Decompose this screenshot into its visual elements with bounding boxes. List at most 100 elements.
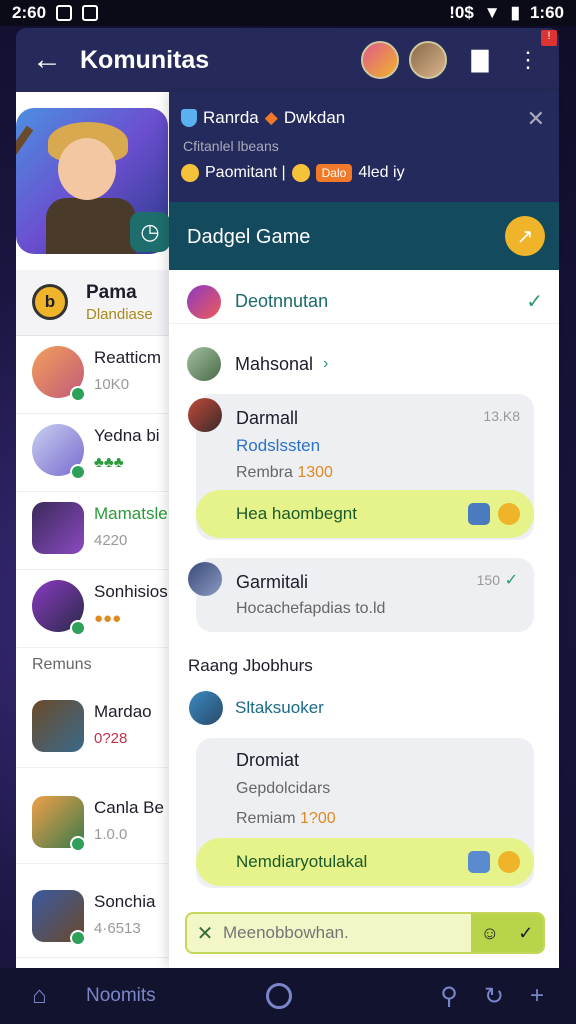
online-icon xyxy=(70,386,86,402)
home-icon[interactable]: ⌂ xyxy=(32,982,86,1010)
avatar xyxy=(188,398,222,432)
emoji-icon[interactable]: ☺ xyxy=(481,923,499,944)
list-item-name: Canla Be xyxy=(94,798,164,817)
list-item-meta: 1.0.0 xyxy=(94,826,128,843)
gem-icon: ◆ xyxy=(264,108,278,127)
check-icon: ✓ xyxy=(504,572,518,589)
circle-icon[interactable] xyxy=(266,983,292,1009)
emoji-icon xyxy=(498,851,520,873)
status-time: 2:60 xyxy=(12,3,47,22)
message-link[interactable]: Rodslssten xyxy=(236,436,320,456)
emoji-icon xyxy=(291,164,310,182)
section-title: Raang Jbobhurs xyxy=(188,656,313,675)
list-item[interactable]: Canla Be 1.0.0 xyxy=(16,786,168,864)
game-info-header: Ranrda ◆ Dwkdan Cfitanlel lbeans Paomita… xyxy=(169,92,559,202)
chevron-right-icon: › xyxy=(323,355,329,372)
avatar[interactable] xyxy=(409,41,447,79)
list-item[interactable]: Mahsonal › xyxy=(169,344,559,384)
thumbnail xyxy=(32,502,84,554)
highlight-text: Hea haombegnt xyxy=(236,504,357,523)
list-item-name: Mardao xyxy=(94,702,152,721)
game-stat-extra: 4led iy xyxy=(358,164,405,181)
list-item-name: Mahsonal xyxy=(235,353,314,374)
status-time-right: 1:60 xyxy=(529,3,564,22)
bottom-nav: ⌂ Noomits ⚲ ↻ + xyxy=(0,968,576,1024)
list-item[interactable]: Sonchia 4·6513 xyxy=(16,880,168,958)
avatar[interactable] xyxy=(361,41,399,79)
chat-icon[interactable]: ▇ xyxy=(465,45,495,75)
list-item[interactable]: Mamatsle 4220 xyxy=(16,492,168,570)
message-meta: Remiam 1?00 xyxy=(236,810,336,827)
image-icon xyxy=(468,851,490,873)
message-meta: Rembra 1300 xyxy=(236,464,333,481)
message-composer: ✕ ☺ ✓ xyxy=(185,912,545,954)
list-item-name: Yedna bi xyxy=(94,426,160,445)
arrow-left-icon[interactable]: ← xyxy=(32,43,80,77)
status-badge: Dalo xyxy=(315,164,353,182)
message-time: 150 xyxy=(476,572,500,588)
message-highlight[interactable]: Hea haombegnt xyxy=(196,490,534,538)
community-header[interactable]: b Pama Dlandiase xyxy=(16,270,176,336)
list-item-name: Sonchia xyxy=(94,892,156,911)
message-time: 13.K8 xyxy=(483,408,520,424)
game-stat: Paomitant | xyxy=(205,164,286,181)
page-title: Komunitas xyxy=(80,45,210,74)
list-item-name: Deotnnutan xyxy=(235,291,329,311)
close-icon[interactable]: ✕ xyxy=(187,921,223,946)
emoji-icon xyxy=(498,503,520,525)
close-icon[interactable]: ✕ xyxy=(527,106,545,132)
list-item-name: Sltaksuoker xyxy=(235,698,324,717)
avatar xyxy=(187,284,221,319)
list-item-meta: ♣♣♣ xyxy=(94,454,124,471)
list-item[interactable]: Sltaksuoker xyxy=(169,688,559,728)
online-icon xyxy=(70,930,86,946)
community-sub: Dlandiase xyxy=(86,306,153,323)
battery-icon: ▮ xyxy=(510,3,520,22)
check-icon[interactable]: ✓ xyxy=(518,923,533,944)
message-highlight[interactable]: Nemdiaryotulakal xyxy=(196,838,534,886)
list-item[interactable]: Deotnnutan ✓ xyxy=(169,280,559,324)
list-item-name: Mamatsle xyxy=(94,504,168,523)
list-item-meta: 4220 xyxy=(94,532,128,549)
add-icon[interactable]: + xyxy=(530,982,544,1011)
community-name: Pama xyxy=(86,282,137,303)
coin-icon: b xyxy=(32,284,68,320)
list-item[interactable]: Mardao 0?28 xyxy=(16,690,168,768)
game-band[interactable]: Dadgel Game ↗ xyxy=(169,202,559,270)
list-item[interactable]: Reatticm 10K0 xyxy=(16,336,168,414)
message-author: Darmall xyxy=(236,408,299,428)
refresh-icon[interactable]: ↻ xyxy=(484,982,504,1011)
send-button[interactable]: ☺ ✓ xyxy=(471,914,543,952)
clock-icon[interactable]: ◷ xyxy=(130,212,170,252)
list-item-meta: ●●● xyxy=(94,610,122,627)
message-author: Garmitali xyxy=(236,572,309,592)
section-label: Remuns xyxy=(32,656,92,673)
list-item-name: Reatticm xyxy=(94,348,162,367)
message-card[interactable]: Garmitali 150 ✓ Hocachefapdias to.ld xyxy=(196,558,534,632)
notification-badge: ! xyxy=(541,30,557,46)
online-icon xyxy=(70,620,86,636)
list-item[interactable]: Yedna bi ♣♣♣ xyxy=(16,414,168,492)
join-button[interactable]: ↗ xyxy=(505,216,545,256)
status-bar: 2:60 !0$ ▼ ▮ 1:60 xyxy=(0,0,576,26)
coin-icon xyxy=(181,164,199,182)
message-input[interactable] xyxy=(223,923,471,943)
message-subtitle: Gepdolcidars xyxy=(236,780,331,797)
message-author: Dromiat xyxy=(236,750,300,770)
notification-icon xyxy=(56,5,73,21)
image-icon xyxy=(468,503,490,525)
nav-label[interactable]: Noomits xyxy=(86,985,266,1007)
list-item-meta: 10K0 xyxy=(94,376,130,393)
highlight-text: Nemdiaryotulakal xyxy=(236,852,368,871)
thumbnail xyxy=(32,700,84,752)
avatar xyxy=(188,562,222,596)
avatar xyxy=(189,691,223,725)
more-vert-icon[interactable]: ⋮ xyxy=(513,45,543,75)
list-item-name: Sonhisios xyxy=(94,582,168,601)
online-icon xyxy=(70,836,86,852)
search-icon[interactable]: ⚲ xyxy=(440,982,458,1011)
online-icon xyxy=(70,464,86,480)
list-item[interactable]: Sonhisios ●●● xyxy=(16,570,168,648)
message-text: Hocachefapdias to.ld xyxy=(236,600,386,617)
list-item-meta: 0?28 xyxy=(94,730,128,747)
